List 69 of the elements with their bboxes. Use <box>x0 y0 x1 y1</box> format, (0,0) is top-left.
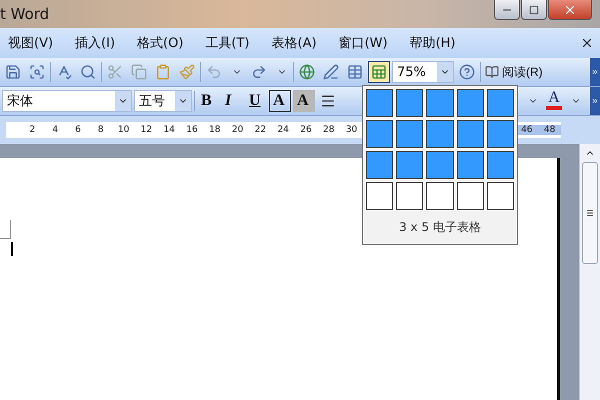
grid-cell[interactable] <box>456 120 484 148</box>
text-cursor <box>11 242 13 256</box>
ruler-number: 46 <box>520 125 534 135</box>
underline-button[interactable]: U <box>245 90 267 112</box>
maximize-button[interactable] <box>521 0 547 20</box>
grid-cell[interactable] <box>426 120 454 148</box>
picker-label: 3 x 5 电子表格 <box>398 219 482 236</box>
grid-cell[interactable] <box>366 151 394 179</box>
ruler-number: 28 <box>322 125 336 135</box>
menu-item[interactable]: 格式(O) <box>137 34 184 52</box>
grid-cell[interactable] <box>456 151 484 179</box>
ruler-number: 24 <box>276 125 290 135</box>
grid-cell[interactable] <box>366 120 394 148</box>
font-size-field[interactable]: 五号 <box>134 90 192 112</box>
grid-cell[interactable] <box>456 89 484 117</box>
ruler-number: 18 <box>208 125 222 135</box>
maximize-icon <box>529 4 539 14</box>
grid-cell[interactable] <box>366 182 394 210</box>
book-icon <box>485 65 499 79</box>
ruler-number: 16 <box>185 125 199 135</box>
scroll-thumb[interactable] <box>582 162 598 264</box>
menu-item[interactable]: 帮助(H) <box>410 34 456 52</box>
ruler-number: 26 <box>299 125 313 135</box>
grid-cell[interactable] <box>486 182 514 210</box>
ruler-number: 48 <box>542 125 556 135</box>
grid-cell[interactable] <box>426 182 454 210</box>
ruler-number: 10 <box>116 125 130 135</box>
menu-item[interactable]: 工具(T) <box>205 34 250 52</box>
menu-item[interactable]: 表格(A) <box>272 34 317 52</box>
grid-cell[interactable] <box>426 151 454 179</box>
toolbar-options-icon[interactable] <box>590 87 600 115</box>
ruler-number: 20 <box>230 125 244 135</box>
minimize-button[interactable] <box>494 0 520 20</box>
menu-item[interactable]: 窗口(W) <box>338 34 388 52</box>
ruler-number: 4 <box>51 125 60 135</box>
grid-cell[interactable] <box>456 182 484 210</box>
font-field[interactable]: 宋体 <box>2 90 132 112</box>
bold-button[interactable]: B <box>197 90 219 112</box>
ruler-number: 12 <box>140 125 154 135</box>
grid-cell[interactable] <box>486 89 514 117</box>
grid-cell[interactable] <box>396 151 424 179</box>
margin-corner-mark <box>0 220 11 239</box>
ruler-number: 6 <box>74 125 82 135</box>
character-border-button[interactable]: A <box>269 90 291 112</box>
spreadsheet-icon[interactable] <box>368 61 390 83</box>
read-button[interactable]: 阅读(R) <box>483 61 545 83</box>
italic-button[interactable]: I <box>221 90 243 112</box>
font-color-button[interactable]: A <box>544 90 564 112</box>
ruler-number: 14 <box>162 125 176 135</box>
grid-cell[interactable] <box>426 89 454 117</box>
grid-cell[interactable] <box>396 182 424 210</box>
menu-item[interactable]: 插入(I) <box>75 34 116 52</box>
window-title: t Word <box>0 5 50 23</box>
ruler-number: 30 <box>344 125 358 135</box>
toolbar-options-icon[interactable] <box>590 58 600 86</box>
close-button[interactable] <box>548 0 592 20</box>
zoom-field[interactable]: 75% <box>392 61 454 83</box>
grid-cell[interactable] <box>366 89 394 117</box>
ruler-number: 8 <box>96 125 105 135</box>
vertical-scrollbar[interactable] <box>579 144 600 400</box>
ruler-number: 2 <box>28 125 36 135</box>
grid-cell[interactable] <box>486 120 514 148</box>
grid-cell[interactable] <box>396 89 424 117</box>
ruler-number: 22 <box>254 125 268 135</box>
menu-item[interactable]: 视图(V) <box>8 34 54 52</box>
grid-cell[interactable] <box>396 120 424 148</box>
close-document-icon[interactable] <box>580 36 594 50</box>
grid-cell[interactable] <box>486 151 514 179</box>
character-shading-button[interactable]: A <box>293 90 315 112</box>
